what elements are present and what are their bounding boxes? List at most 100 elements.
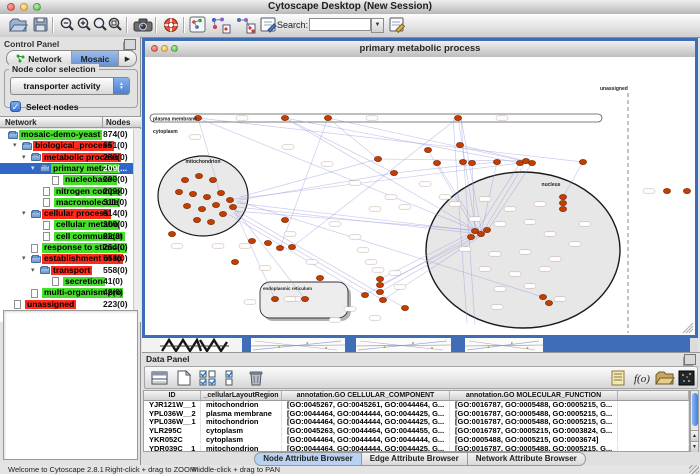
tree-scrollbar[interactable] (133, 129, 141, 322)
table-header-row[interactable]: ID_cellularLayoutRegionannotation.GO CEL… (144, 391, 689, 401)
network-node[interactable] (376, 289, 383, 294)
delete-attribute-icon[interactable] (246, 369, 266, 387)
disclosure-triangle-icon[interactable]: ▾ (31, 267, 35, 275)
table-row[interactable]: YPL036W__1mitochondrion[GO:0044464, GO:0… (144, 418, 689, 427)
network-node[interactable] (433, 160, 440, 165)
tab-edge-attribute-browser[interactable]: Edge Attribute Browser (362, 452, 468, 466)
attribute-table-icon[interactable] (150, 369, 170, 387)
network-node[interactable] (579, 159, 586, 164)
search-dropdown-button[interactable]: ▼ (371, 18, 384, 33)
tree-row[interactable]: macromolecule311(0) (0, 197, 141, 208)
network-node[interactable] (193, 217, 200, 222)
network-node[interactable] (231, 259, 238, 264)
network-node[interactable] (663, 188, 670, 193)
network-node[interactable] (168, 231, 175, 236)
network-node[interactable] (493, 159, 500, 164)
network-svg[interactable]: plasma membranecytoplasmmitochondrionnuc… (145, 57, 695, 335)
scrollbar-thumb[interactable] (692, 393, 698, 426)
select-attributes-icon[interactable] (198, 369, 218, 387)
snapshot-icon[interactable] (133, 16, 153, 34)
network-node[interactable] (276, 245, 283, 250)
save-session-icon[interactable] (31, 16, 51, 34)
network-node[interactable] (324, 115, 331, 120)
tab-network-attribute-browser[interactable]: Network Attribute Browser (468, 452, 586, 466)
network-node[interactable] (559, 200, 566, 205)
attribute-batch-icon[interactable] (609, 369, 629, 387)
tree-header[interactable]: Network Nodes (0, 116, 141, 128)
network-node[interactable] (379, 297, 386, 302)
open-session-icon[interactable] (8, 16, 28, 34)
network-node[interactable] (281, 115, 288, 120)
network-overview-icon[interactable] (189, 16, 209, 34)
table-column-header[interactable] (618, 391, 689, 400)
network-node[interactable] (181, 177, 188, 182)
network-node[interactable] (195, 173, 202, 178)
new-attribute-icon[interactable] (174, 369, 194, 387)
network-node[interactable] (559, 194, 566, 199)
network-node[interactable] (683, 188, 690, 193)
network-node[interactable] (264, 240, 271, 245)
mitochondrion-region[interactable] (158, 156, 248, 236)
network-node[interactable] (361, 292, 368, 297)
disclosure-triangle-icon[interactable]: ▾ (22, 255, 26, 263)
tree-row[interactable]: mosaic-demo-yeast874(0) (0, 129, 141, 140)
tree-row[interactable]: ▾establishment of lo558(0) (0, 253, 141, 264)
network-node[interactable] (390, 170, 397, 175)
network-node[interactable] (212, 202, 219, 207)
network-node[interactable] (203, 194, 210, 199)
table-column-header[interactable]: annotation.GO CELLULAR_COMPONENT (282, 391, 450, 400)
network-node[interactable] (401, 305, 408, 310)
network-node[interactable] (376, 276, 383, 281)
network-node[interactable] (209, 177, 216, 182)
layout-nodes-icon-1[interactable] (209, 16, 229, 34)
table-scrollbar[interactable]: ▲ ▼ (690, 390, 699, 452)
attribute-matrix-icon[interactable] (677, 369, 697, 387)
tree-row[interactable]: secretion41(0) (0, 276, 141, 287)
table-column-header[interactable]: ID (144, 391, 201, 400)
formula-builder-icon[interactable]: f(o) (632, 369, 652, 387)
network-node[interactable] (226, 197, 233, 202)
layout-nodes-icon-2[interactable] (234, 16, 254, 34)
network-node[interactable] (459, 159, 466, 164)
network-node[interactable] (545, 300, 552, 305)
network-node[interactable] (301, 296, 308, 301)
unselect-attributes-icon[interactable] (222, 369, 242, 387)
network-node[interactable] (456, 142, 463, 147)
network-canvas[interactable]: plasma membranecytoplasmmitochondrionnuc… (145, 57, 695, 335)
table-row[interactable]: YJR121W__1mitochondrion[GO:0045267, GO:0… (144, 401, 689, 410)
annotation-icon[interactable] (259, 16, 279, 34)
tree-row[interactable]: cellular metabo209(0) (0, 219, 141, 230)
network-node[interactable] (288, 244, 295, 249)
network-node[interactable] (467, 234, 474, 239)
tree-row[interactable]: response to stimulu264(0) (0, 242, 141, 253)
network-node[interactable] (483, 227, 490, 232)
tree-row[interactable]: ▾transport558(0) (0, 265, 141, 276)
network-node[interactable] (217, 190, 224, 195)
table-row[interactable]: YPL036W__2plasma membrane[GO:0044464, GO… (144, 410, 689, 419)
network-node[interactable] (559, 206, 566, 211)
more-tabs-button[interactable]: ▶ (119, 51, 136, 66)
table-column-header[interactable]: annotation.GO MOLECULAR_FUNCTION (450, 391, 618, 400)
network-node[interactable] (189, 191, 196, 196)
tree-row[interactable]: ▾metabolic process280(0) (0, 152, 141, 163)
network-node[interactable] (248, 238, 255, 243)
help-lifesaver-icon[interactable] (162, 16, 182, 34)
search-options-icon[interactable] (388, 16, 408, 34)
disclosure-triangle-icon[interactable]: ▾ (22, 154, 26, 162)
scroll-up-button[interactable]: ▲ (691, 430, 698, 441)
network-node[interactable] (424, 147, 431, 152)
column-divider[interactable] (102, 117, 103, 128)
network-node[interactable] (219, 211, 226, 216)
tree-row[interactable]: ▾biological_process651(0) (0, 140, 141, 151)
network-node[interactable] (316, 275, 323, 280)
tree-row[interactable]: nucleobase-209(0) (0, 174, 141, 185)
network-node[interactable] (374, 156, 381, 161)
float-panel-icon[interactable] (124, 39, 136, 50)
tree-row[interactable]: multi-organism pro42(0) (0, 287, 141, 298)
float-data-panel-icon[interactable] (684, 354, 696, 365)
table-column-header[interactable]: _cellularLayoutRegion (201, 391, 282, 400)
network-node[interactable] (528, 160, 535, 165)
table-row[interactable]: YKR052Ccytoplasm[GO:0044464, GO:0044444,… (144, 436, 689, 445)
tree-row[interactable]: ▾primary metabo209(... (0, 163, 141, 174)
network-node[interactable] (175, 189, 182, 194)
